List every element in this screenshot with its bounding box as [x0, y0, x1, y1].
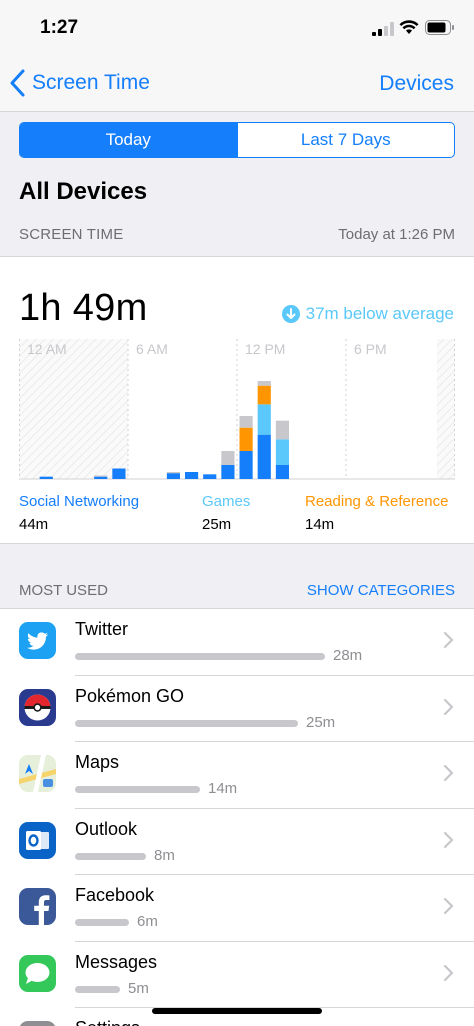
- usage-bar: [75, 719, 298, 727]
- bar-other: [275, 420, 289, 440]
- bar-other: [166, 472, 180, 474]
- app-row-outlook[interactable]: Outlook 8m: [0, 809, 474, 875]
- chevron-right-icon: [443, 964, 454, 981]
- bar-other: [257, 381, 271, 386]
- screen-time-header: SCREEN TIME: [19, 226, 124, 243]
- app-row-messages[interactable]: Messages 5m: [0, 942, 474, 1008]
- wifi-icon: [399, 20, 419, 34]
- downtime-shading: [436, 339, 455, 479]
- back-button-label: Screen Time: [32, 71, 150, 94]
- bar-reading-reference: [257, 385, 271, 405]
- usage-bar-chart: 12 AM 6 AM 12 PM 6 PM: [19, 339, 455, 480]
- page-title: All Devices: [19, 178, 148, 205]
- chevron-right-icon: [443, 631, 454, 649]
- segment-last-7-days[interactable]: Last 7 Days: [236, 123, 455, 157]
- status-bar: 1:27: [0, 0, 474, 56]
- app-row-maps[interactable]: Maps 14m: [0, 742, 474, 809]
- show-categories-button[interactable]: SHOW CATEGORIES: [307, 582, 455, 599]
- legend-games: Games 25m: [202, 493, 250, 533]
- chevron-right-icon: [443, 897, 454, 915]
- app-duration: 6m: [137, 913, 158, 930]
- bar-social-networking: [257, 434, 271, 479]
- twitter-icon: [19, 622, 56, 659]
- usage-bar: [75, 653, 325, 660]
- app-duration: 28m: [333, 647, 363, 664]
- period-segmented-control: Today Last 7 Days: [19, 122, 455, 158]
- updated-time: Today at 1:26 PM: [338, 226, 455, 243]
- bar-social-networking: [112, 468, 126, 479]
- facebook-icon: [19, 888, 56, 925]
- maps-icon: [19, 755, 56, 792]
- legend-label: Social Networking: [19, 493, 140, 510]
- chevron-left-icon: [10, 69, 25, 97]
- settings-icon: [19, 1021, 56, 1026]
- bar-social-networking: [185, 472, 199, 479]
- usage-bar: [75, 985, 120, 993]
- app-duration: 5m: [128, 979, 149, 997]
- status-time: 1:27: [40, 17, 79, 38]
- bar-other: [221, 451, 235, 465]
- x-tick-label: 6 AM: [136, 341, 168, 357]
- app-name: Facebook: [75, 885, 155, 905]
- average-text: 37m below average: [305, 304, 454, 323]
- bar-social-networking: [275, 465, 289, 479]
- legend-label: Games: [202, 493, 251, 510]
- bar-social-networking: [203, 474, 217, 479]
- app-name: Outlook: [75, 818, 138, 839]
- devices-button[interactable]: Devices: [379, 72, 454, 96]
- battery-icon: [425, 20, 454, 35]
- usage-bar: [75, 919, 129, 926]
- legend-value: 44m: [19, 516, 49, 533]
- segment-today[interactable]: Today: [20, 123, 237, 157]
- chevron-right-icon: [443, 831, 454, 848]
- legend-reading-reference: Reading & Reference 14m: [305, 493, 448, 533]
- home-indicator: [152, 1008, 322, 1014]
- usage-bar: [75, 852, 146, 860]
- legend-label: Reading & Reference: [305, 493, 449, 510]
- bar-other: [94, 475, 108, 477]
- app-name: Settings: [75, 1018, 140, 1026]
- bar-reading-reference: [239, 427, 253, 451]
- most-used-list: Twitter 28m Pokémon GO 25m Maps 14m Outl…: [0, 608, 474, 1026]
- app-name: Messages: [75, 951, 158, 972]
- legend-value: 25m: [202, 516, 232, 533]
- app-row-twitter[interactable]: Twitter 28m: [0, 609, 474, 676]
- bar-social-networking: [239, 451, 253, 479]
- x-tick-label: 12 AM: [27, 341, 67, 357]
- app-duration: 14m: [208, 780, 238, 797]
- app-name: Pokémon GO: [75, 685, 185, 706]
- average-comparison: 37m below average: [281, 304, 454, 324]
- bar-games: [275, 439, 289, 465]
- x-tick-label: 12 PM: [245, 341, 285, 357]
- legend-social-networking: Social Networking 44m: [19, 493, 139, 533]
- app-row-facebook[interactable]: Facebook 6m: [0, 875, 474, 942]
- back-button[interactable]: Screen Time: [10, 68, 150, 98]
- outlook-icon: [19, 821, 56, 859]
- bar-other: [239, 416, 253, 428]
- chevron-right-icon: [443, 698, 454, 715]
- messages-icon: [19, 954, 56, 992]
- app-row-pokemon-go[interactable]: Pokémon GO 25m: [0, 676, 474, 742]
- bar-games: [257, 404, 271, 435]
- screen-time-card[interactable]: 1h 49m 37m below average 12 AM 6 AM 12 PM 6…: [0, 256, 474, 544]
- x-tick-label: 6 PM: [354, 341, 387, 357]
- most-used-header: MOST USED: [19, 582, 108, 599]
- bar-social-networking: [221, 465, 235, 479]
- bar-social-networking: [166, 473, 180, 479]
- bar-social-networking: [39, 476, 53, 479]
- downtime-shading: [19, 339, 128, 479]
- navigation-bar: Screen Time Devices: [0, 56, 474, 112]
- cellular-signal-icon: [372, 22, 394, 36]
- app-duration: 8m: [154, 846, 175, 864]
- bar-social-networking: [94, 476, 108, 479]
- down-arrow-circle-icon: [281, 305, 300, 323]
- legend-value: 14m: [305, 516, 335, 533]
- app-name: Twitter: [75, 619, 129, 639]
- pokeball-icon: [19, 688, 56, 726]
- chevron-right-icon: [443, 764, 454, 782]
- app-duration: 25m: [306, 713, 336, 731]
- total-screen-time: 1h 49m: [19, 287, 148, 329]
- app-name: Maps: [75, 752, 120, 772]
- usage-bar: [75, 786, 200, 793]
